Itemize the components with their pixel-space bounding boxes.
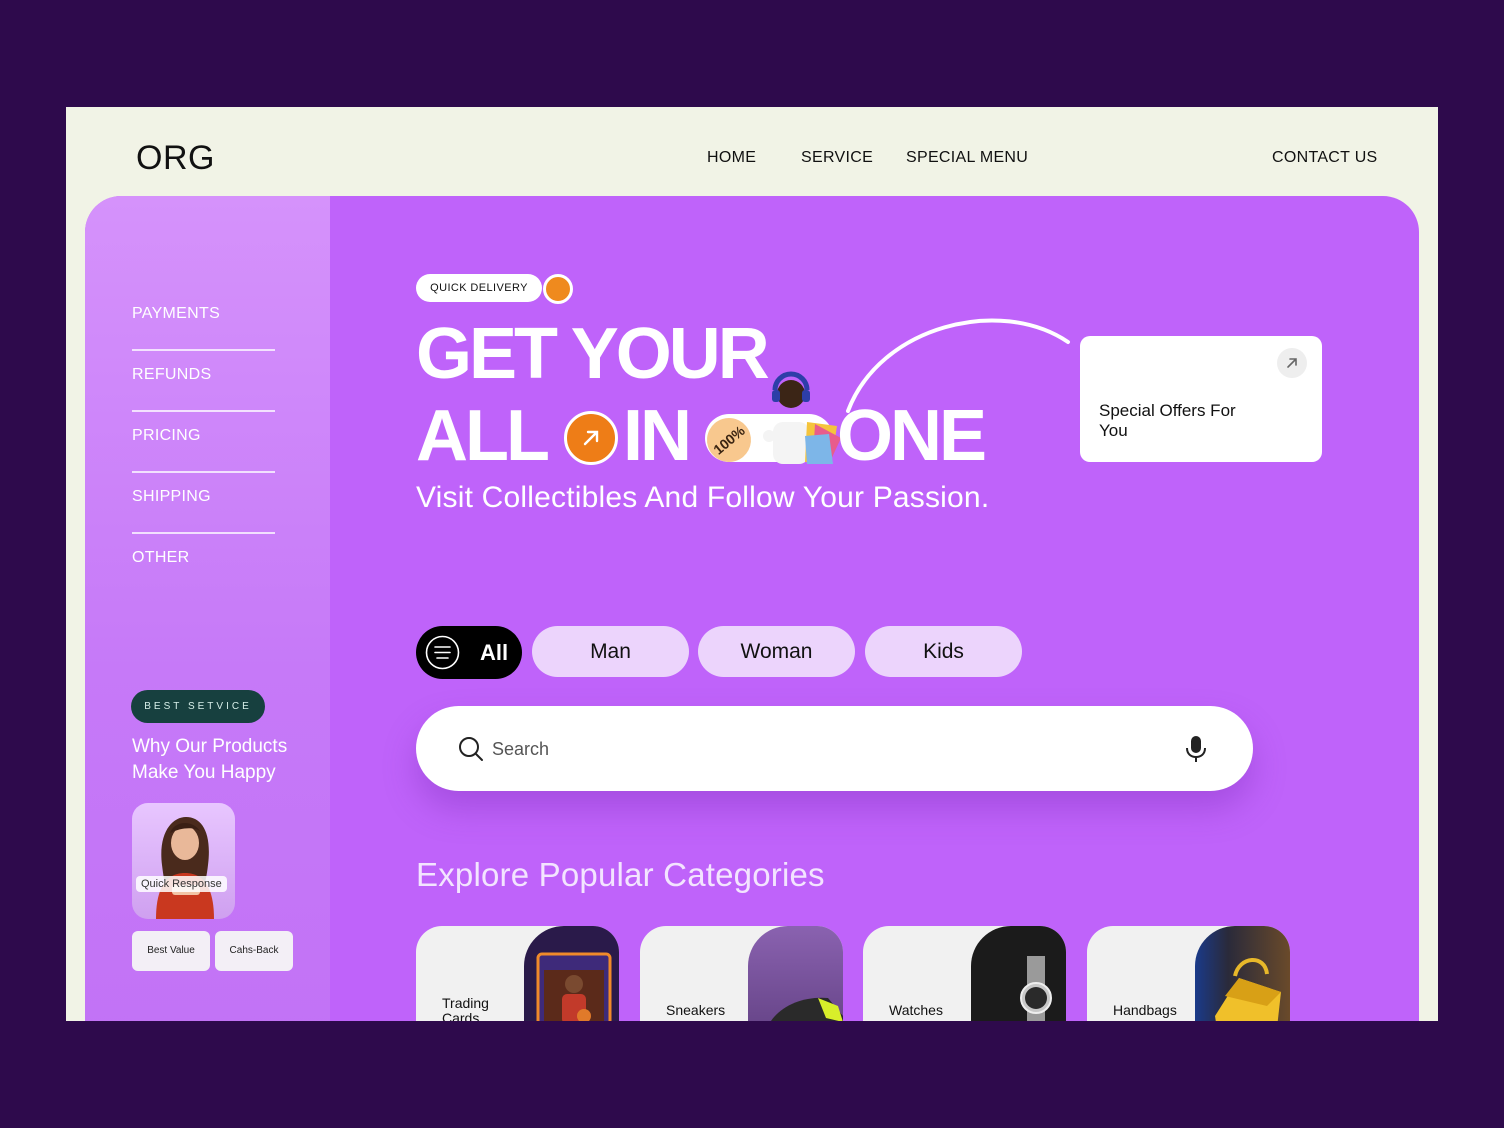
nav-special-menu[interactable]: SPECIAL MENU — [906, 149, 1028, 167]
woman-photo-icon — [156, 817, 214, 919]
sidebar-item-label: OTHER — [132, 549, 190, 566]
best-service-badge: BEST SETVICE — [131, 690, 265, 723]
sidebar-item-label: PAYMENTS — [132, 305, 221, 322]
nav-service[interactable]: SERVICE — [801, 149, 873, 167]
logo[interactable]: ORG — [136, 139, 215, 178]
nav-home[interactable]: HOME — [707, 149, 756, 167]
quick-response-card[interactable]: Quick Response — [132, 803, 235, 919]
hero-headline-line1: GET YOUR — [416, 314, 770, 394]
quick-response-label: Quick Response — [136, 876, 227, 892]
filter-woman-button[interactable]: Woman — [698, 626, 855, 677]
sidebar-item-other[interactable]: OTHER — [132, 534, 275, 595]
category-label: Handbags — [1113, 1002, 1177, 1018]
explore-categories-title: Explore Popular Categories — [416, 856, 825, 893]
quick-delivery-pill: QUICK DELIVERY — [416, 274, 542, 302]
filter-all-label: All — [480, 640, 509, 665]
best-value-button[interactable]: Best Value — [132, 931, 210, 971]
search-icon[interactable] — [458, 736, 484, 762]
category-card-handbags[interactable]: Handbags — [1087, 926, 1290, 1021]
special-offers-text: Special Offers For You — [1099, 401, 1236, 440]
sidebar-item-label: SHIPPING — [132, 488, 211, 505]
special-offers-card[interactable]: Special Offers For You — [1080, 336, 1322, 462]
cash-back-button[interactable]: Cahs-Back — [215, 931, 293, 971]
category-label: Watches — [889, 1002, 943, 1018]
watch-image — [971, 926, 1066, 1021]
category-card-trading-cards[interactable]: Trading Cards — [416, 926, 619, 1021]
hero-subtitle: Visit Collectibles And Follow Your Passi… — [416, 481, 990, 514]
sidebar-item-label: REFUNDS — [132, 366, 212, 383]
category-label: Trading Cards — [442, 995, 489, 1022]
sidebar-item-pricing[interactable]: PRICING — [132, 412, 275, 473]
handbag-image — [1195, 926, 1290, 1021]
hero-word-all: ALL — [416, 396, 550, 476]
shopper-photo-icon — [763, 371, 841, 464]
sneaker-image — [748, 926, 843, 1021]
why-products-text: Why Our Products Make You Happy — [132, 736, 288, 783]
filter-all-button[interactable]: All — [416, 626, 522, 679]
sidebar-item-label: PRICING — [132, 427, 201, 444]
sidebar: PAYMENTS REFUNDS PRICING SHIPPING OTHER … — [85, 196, 330, 1021]
arrow-up-right-icon[interactable] — [1277, 348, 1307, 378]
trading-card-image — [524, 926, 619, 1021]
menu-icon — [425, 635, 460, 670]
hero-card: PAYMENTS REFUNDS PRICING SHIPPING OTHER … — [85, 196, 1419, 1021]
decorative-arc — [846, 318, 1070, 413]
filter-kids-button[interactable]: Kids — [865, 626, 1022, 677]
search-bar[interactable] — [416, 706, 1253, 791]
nav-contact-us[interactable]: CONTACT US — [1272, 149, 1378, 167]
category-card-sneakers[interactable]: Sneakers — [640, 926, 843, 1021]
sidebar-item-payments[interactable]: PAYMENTS — [132, 290, 275, 351]
search-input[interactable] — [492, 733, 1092, 765]
category-label: Sneakers — [666, 1002, 726, 1018]
delivery-icon — [543, 274, 573, 304]
filter-man-button[interactable]: Man — [532, 626, 689, 677]
sidebar-item-shipping[interactable]: SHIPPING — [132, 473, 275, 534]
page-frame: ORG HOME SERVICE SPECIAL MENU CONTACT US… — [66, 107, 1438, 1021]
microphone-icon[interactable] — [1184, 734, 1208, 764]
hero-word-in: IN — [623, 396, 692, 476]
sidebar-item-refunds[interactable]: REFUNDS — [132, 351, 275, 412]
category-card-watches[interactable]: Watches — [863, 926, 1066, 1021]
arrow-up-right-icon[interactable] — [564, 411, 618, 465]
